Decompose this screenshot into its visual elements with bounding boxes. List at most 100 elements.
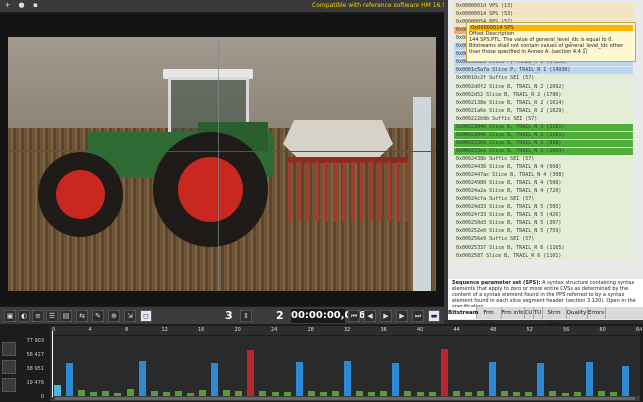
edit-icon[interactable]: ✎	[92, 310, 104, 322]
bar-chart-icon[interactable]	[2, 342, 16, 356]
syntax-row[interactable]: 0x00000014 SPS (53)	[454, 11, 633, 19]
horizontal-guide	[8, 151, 436, 152]
syntax-row[interactable]: 0x0001c5a7a Slice P, TRAIL_R 1 (14930)	[454, 67, 633, 75]
frame-bar[interactable]	[440, 349, 448, 396]
ruler-tick: 40	[417, 327, 424, 333]
description-box: Sequence parameter set (SPS): A syntax s…	[448, 279, 643, 310]
play-icon[interactable]: ▶	[380, 310, 392, 322]
frame-bar[interactable]	[138, 361, 146, 396]
syntax-row[interactable]: 0x0002587 Slice B, TRAIL_R 6 (1101)	[454, 252, 633, 260]
color-icon[interactable]: ◐	[18, 310, 30, 322]
view-mode-icon[interactable]: ▣	[4, 310, 16, 322]
syntax-row[interactable]: 0x00023040 Slice B, TRAIL_N 3 (1101)	[454, 123, 633, 131]
tab-errors[interactable]: Errors	[587, 307, 606, 319]
step-forward-icon[interactable]: ▶	[396, 310, 408, 322]
frame-stepper-icon[interactable]: ⇕	[240, 310, 252, 322]
fit-icon[interactable]: ⇲	[124, 310, 136, 322]
frame-bar[interactable]	[392, 363, 400, 396]
frame-bar[interactable]	[295, 362, 303, 396]
tab-strm-stats[interactable]: Strm stats	[542, 307, 567, 328]
frame-bar[interactable]	[54, 385, 61, 396]
ruler-tick: 28	[307, 327, 314, 333]
syntax-row[interactable]: 0x00024980 Slice B, TRAIL_N 4 (508)	[454, 180, 633, 188]
list-icon[interactable]: ☰	[46, 310, 58, 322]
ruler-tick: 20	[234, 327, 241, 333]
layout-icon[interactable]: ▤	[60, 310, 72, 322]
frame-bar[interactable]	[489, 362, 496, 396]
ruler-tick: 52	[526, 327, 533, 333]
split-icon[interactable]: ⇆	[76, 310, 88, 322]
syntax-row[interactable]: 0x0002138e Slice B, TRAIL_R 2 (1614)	[454, 99, 633, 107]
timeline-scrollbar[interactable]	[50, 396, 640, 401]
frame-size-graph[interactable]	[50, 336, 640, 396]
loop-icon[interactable]: ▬	[428, 310, 440, 322]
timeline-panel: 0 4 8 12 16 20 24 28 32 36 40 44 48 52 56 60 64 77 903 58…	[0, 324, 643, 402]
syntax-row[interactable]: 0x00024f33 Slice B, TRAIL_N 5 (426)	[454, 212, 633, 220]
playback-toolbar: ▣ ◐ ≡ ☰ ▤ ⇆ ✎ ⊕ ⇲ ◻ 3 ⇕ 2 00:00:00,066 ⏮…	[0, 306, 444, 325]
syntax-row[interactable]: 0x000252e0 Slice B, TRAIL_N 5 (759)	[454, 228, 633, 236]
ruler-tick: 12	[161, 327, 168, 333]
tab-frm-info[interactable]: Frm info	[501, 307, 525, 319]
syntax-row[interactable]: 0x0002d0f2 Slice B, TRAIL_N 2 (2092)	[454, 83, 633, 91]
syntax-row[interactable]: 0x00021a6e Slice B, TRAIL_R 2 (1629)	[454, 107, 633, 115]
syntax-row[interactable]: 0x00010c2f Suffix SEI (57)	[454, 75, 633, 83]
ruler-tick: 36	[380, 327, 387, 333]
syntax-row[interactable]: 0x0002d52 Slice B, TRAIL_R 2 (1786)	[454, 91, 633, 99]
syntax-row[interactable]: 0x00024d33 Slice B, TRAIL_N 5 (505)	[454, 204, 633, 212]
sps-tooltip: 0x00000014 SPS Offset Description 144 SP…	[466, 22, 636, 62]
graph-icon[interactable]	[2, 360, 16, 374]
syntax-row[interactable]: 0x0002447ac Slice B, TRAIL_N 4 (308)	[454, 172, 633, 180]
y-axis-label: 58 427	[26, 352, 45, 358]
syntax-row[interactable]: 0x000233e1 Slice B, TRAIL_N 3 (1003)	[454, 147, 633, 155]
syntax-row[interactable]: 0x0000001d VPS (13)	[454, 3, 633, 10]
frame-bar[interactable]	[66, 363, 74, 396]
compatibility-notice: Compatible with reference software HM 16…	[312, 2, 447, 9]
frame-bar[interactable]	[344, 361, 351, 396]
syntax-row[interactable]: 0x00023368 Slice B, TRAIL_N 3 (898)	[454, 139, 633, 147]
go-start-icon[interactable]: ⏮	[348, 310, 360, 322]
ruler-tick: 56	[563, 327, 570, 333]
panel-tabs: BitstreamFrm statsFrm infoCUTUStrm stats…	[448, 307, 643, 328]
syntax-row[interactable]: 0x0002438b Suffix SEI (57)	[454, 155, 633, 163]
playhead[interactable]	[52, 331, 53, 397]
grid-icon[interactable]: ≡	[32, 310, 44, 322]
frame-bar[interactable]	[621, 366, 629, 396]
frame-bar[interactable]	[126, 388, 134, 396]
tab-frm-stats[interactable]: Frm stats	[476, 307, 502, 328]
video-frame	[8, 37, 436, 291]
zoom-icon[interactable]: ⊕	[108, 310, 120, 322]
syntax-row[interactable]: 0x000222b9b Suffix SEI (57)	[454, 115, 633, 123]
go-end-icon[interactable]: ⏭	[412, 310, 424, 322]
fullscreen-icon[interactable]: ◻	[140, 310, 152, 322]
folder-icon[interactable]: ▪	[32, 2, 39, 9]
frame-ruler[interactable]: 0 4 8 12 16 20 24 28 32 36 40 44 48 52 56 60 64	[50, 326, 643, 335]
syntax-row[interactable]: 0x00025337 Slice B, TRAIL_R 6 (1165)	[454, 244, 633, 252]
syntax-row[interactable]: 0x000256e9 Suffix SEI (57)	[454, 236, 633, 244]
ruler-tick: 24	[271, 327, 278, 333]
syntax-row[interactable]: 0x00024cfa Suffix SEI (57)	[454, 196, 633, 204]
ruler-tick: 44	[453, 327, 460, 333]
add-icon[interactable]: +	[4, 2, 11, 9]
syntax-row[interactable]: 0x00023045 Slice B, TRAIL_N 3 (1101)	[454, 131, 633, 139]
ruler-tick: 16	[198, 327, 205, 333]
frame-bar[interactable]	[211, 363, 219, 396]
stack-icon[interactable]	[2, 378, 16, 392]
syntax-row[interactable]: 0x00024436 Slice B, TRAIL_N 4 (668)	[454, 164, 633, 171]
frame-bar[interactable]	[247, 350, 255, 396]
syntax-row[interactable]: 0x000250d3 Slice B, TRAIL_N 5 (307)	[454, 220, 633, 228]
ruler-tick: 32	[344, 327, 351, 333]
ruler-tick: 64	[636, 327, 643, 333]
frame-number: 3	[225, 309, 233, 322]
scrollbar-thumb[interactable]	[55, 397, 635, 400]
step-back-icon[interactable]: ◀	[364, 310, 376, 322]
y-axis-label: 19 476	[26, 380, 45, 386]
frame-bar[interactable]	[585, 361, 593, 396]
ruler-tick: 4	[88, 327, 92, 333]
y-axis-label: 38 951	[26, 366, 45, 372]
video-viewer[interactable]	[0, 13, 444, 306]
syntax-row[interactable]: 0x00024a2a Slice B, TRAIL_N 4 (720)	[454, 188, 633, 196]
frame-bar[interactable]	[537, 363, 545, 396]
open-icon[interactable]: ●	[18, 2, 25, 9]
tab-quality[interactable]: Quality	[566, 307, 588, 319]
tab-bitstream[interactable]: Bitstream	[448, 307, 479, 319]
